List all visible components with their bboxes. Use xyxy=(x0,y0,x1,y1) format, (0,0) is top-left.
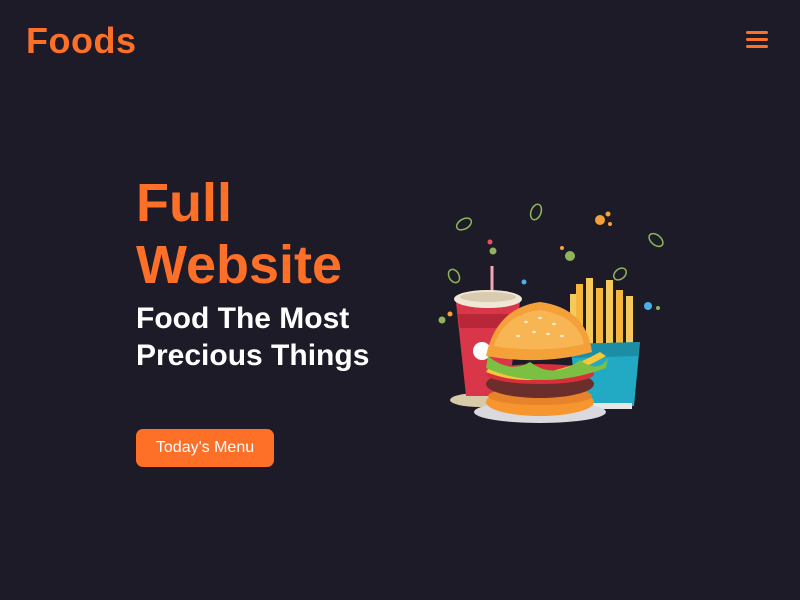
site-logo[interactable]: Foods xyxy=(26,20,136,62)
page: Foods Full Website Food The Most Preciou… xyxy=(0,0,800,600)
todays-menu-button[interactable]: Today's Menu xyxy=(136,429,274,467)
hero-subtitle: Food The Most Precious Things xyxy=(136,302,370,372)
fast-food-illustration xyxy=(438,203,664,423)
hamburger-menu-icon[interactable] xyxy=(746,31,772,53)
leaf-icon xyxy=(447,203,664,284)
hero-title: Full Website xyxy=(136,173,343,295)
hero-text: Full Website Food The Most Precious Thin… xyxy=(136,172,416,374)
